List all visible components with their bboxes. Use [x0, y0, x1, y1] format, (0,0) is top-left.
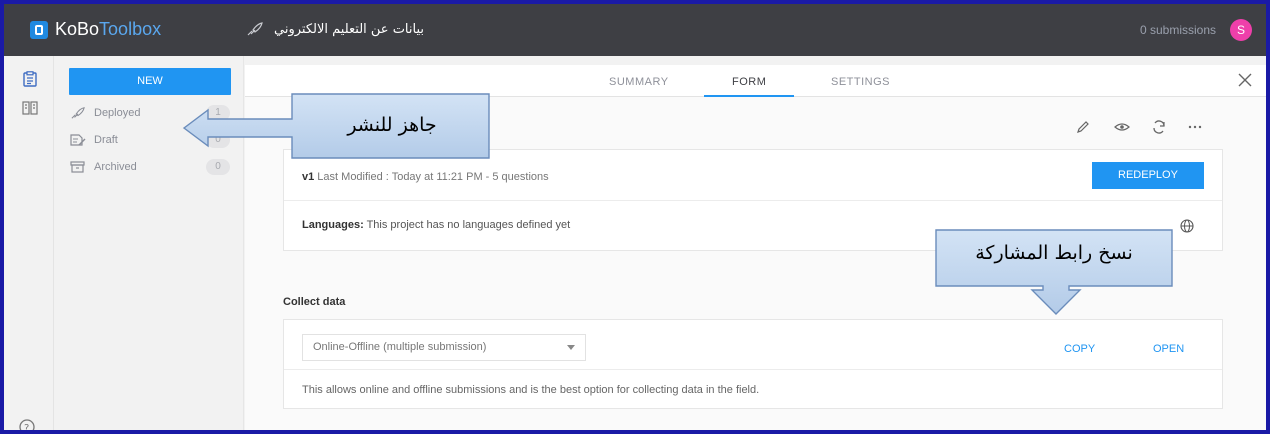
replace-refresh-icon[interactable]: [1150, 119, 1168, 135]
project-title[interactable]: بيانات عن التعليم الالكتروني: [274, 22, 424, 37]
more-options-icon[interactable]: [1186, 119, 1204, 135]
collect-method-row: Online-Offline (multiple submission) COP…: [284, 320, 1222, 370]
kobo-logo[interactable]: KoBo Toolbox: [30, 19, 161, 40]
draft-icon: [70, 134, 86, 146]
version-label: v1: [302, 171, 315, 183]
copy-link-button[interactable]: COPY: [1064, 343, 1095, 355]
logo-icon: [30, 20, 48, 39]
tab-settings[interactable]: SETTINGS: [831, 76, 890, 88]
sidebar-item-label: Draft: [94, 134, 118, 146]
edit-pencil-icon[interactable]: [1074, 119, 1092, 135]
user-avatar[interactable]: S: [1230, 19, 1252, 41]
active-tab-indicator: [704, 95, 794, 97]
last-modified: Last Modified : Today at 11:21 PM - 5 qu…: [314, 171, 549, 183]
collect-data-card: Online-Offline (multiple submission) COP…: [283, 319, 1223, 409]
logo-text-toolbox: Toolbox: [99, 19, 162, 39]
new-project-button[interactable]: NEW: [69, 68, 231, 95]
close-icon[interactable]: [1238, 73, 1252, 87]
app-window: KoBo Toolbox بيانات عن التعليم الالكتروني…: [4, 4, 1266, 430]
forms-icon[interactable]: [22, 71, 38, 87]
sidebar-item-label: Deployed: [94, 107, 141, 119]
version-info: v1 Last Modified : Today at 11:21 PM - 5…: [302, 171, 549, 183]
collect-description: This allows online and offline submissio…: [302, 384, 760, 396]
rocket-icon: [71, 107, 85, 119]
selected-method: Online-Offline (multiple submission): [313, 341, 487, 353]
languages-label: Languages:: [302, 219, 364, 231]
icon-rail: ? NEW: [4, 56, 54, 430]
chevron-down-icon: [567, 345, 575, 350]
top-bar: KoBo Toolbox بيانات عن التعليم الالكتروني…: [4, 4, 1266, 56]
svg-text:?: ?: [24, 423, 29, 430]
deploy-callout-text: جاهز للنشر: [347, 114, 437, 136]
collect-data-heading: Collect data: [283, 296, 346, 308]
languages-info: Languages: This project has no languages…: [302, 219, 570, 231]
tab-form[interactable]: FORM: [732, 76, 766, 88]
open-link-button[interactable]: OPEN: [1153, 343, 1184, 355]
submissions-count: 0 submissions: [1139, 23, 1216, 37]
logo-text-kobo: KoBo: [55, 19, 100, 39]
collect-description-row: This allows online and offline submissio…: [284, 370, 1222, 410]
tab-summary[interactable]: SUMMARY: [609, 76, 669, 88]
library-icon[interactable]: [22, 100, 38, 116]
help-icon[interactable]: ? NEW: [17, 418, 45, 430]
copy-callout-text: نسخ رابط المشاركة: [975, 242, 1133, 264]
archive-icon: [70, 161, 85, 173]
languages-text: This project has no languages defined ye…: [363, 219, 571, 231]
collect-method-select[interactable]: Online-Offline (multiple submission): [302, 334, 586, 361]
rocket-icon: [247, 22, 263, 36]
sidebar-item-label: Archived: [94, 161, 137, 173]
preview-eye-icon[interactable]: [1113, 119, 1131, 135]
redeploy-button[interactable]: REDEPLOY: [1092, 162, 1204, 189]
